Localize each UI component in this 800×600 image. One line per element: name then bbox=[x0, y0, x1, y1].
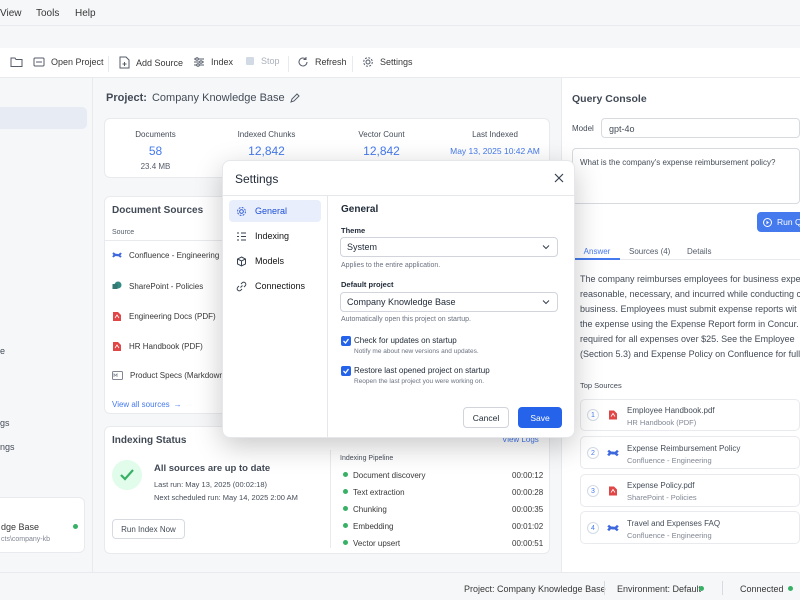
checkbox-restore-project[interactable] bbox=[341, 366, 351, 376]
nav-label: General bbox=[255, 206, 288, 216]
theme-select[interactable]: System bbox=[340, 237, 558, 257]
default-project-value: Company Knowledge Base bbox=[347, 297, 456, 307]
nav-label: Connections bbox=[255, 281, 306, 291]
close-icon[interactable] bbox=[553, 172, 565, 184]
restore-project-help: Reopen the last project you were working… bbox=[354, 378, 485, 385]
theme-help: Applies to the entire application. bbox=[341, 262, 441, 269]
nav-label: Indexing bbox=[255, 231, 290, 241]
chevron-down-icon bbox=[542, 244, 550, 250]
check-updates-help: Notify me about new versions and updates… bbox=[354, 348, 479, 355]
nav-general[interactable]: General bbox=[229, 200, 321, 222]
nav-label: Models bbox=[255, 256, 285, 266]
nav-connections[interactable]: Connections bbox=[229, 275, 321, 297]
dialog-title: Settings bbox=[235, 172, 279, 186]
nav-models[interactable]: Models bbox=[229, 250, 321, 272]
theme-select-value: System bbox=[347, 242, 378, 252]
save-button[interactable]: Save bbox=[518, 407, 562, 428]
gear-icon bbox=[236, 206, 247, 217]
chevron-down-icon bbox=[542, 299, 550, 305]
divider bbox=[223, 195, 574, 196]
nav-indexing[interactable]: Indexing bbox=[229, 225, 321, 247]
default-project-select[interactable]: Company Knowledge Base bbox=[340, 292, 558, 312]
cancel-button[interactable]: Cancel bbox=[463, 407, 509, 428]
theme-label: Theme bbox=[341, 226, 366, 235]
restore-project-label: Restore last opened project on startup bbox=[354, 366, 490, 375]
check-updates-label: Check for updates on startup bbox=[354, 336, 457, 345]
list-icon bbox=[236, 231, 247, 242]
section-title: General bbox=[341, 204, 379, 215]
project-help: Automatically open this project on start… bbox=[341, 316, 471, 323]
project-label: Default project bbox=[341, 280, 394, 289]
checkbox-check-updates[interactable] bbox=[341, 336, 351, 346]
divider bbox=[327, 196, 328, 437]
cube-icon bbox=[236, 255, 247, 267]
link-icon bbox=[236, 281, 247, 292]
